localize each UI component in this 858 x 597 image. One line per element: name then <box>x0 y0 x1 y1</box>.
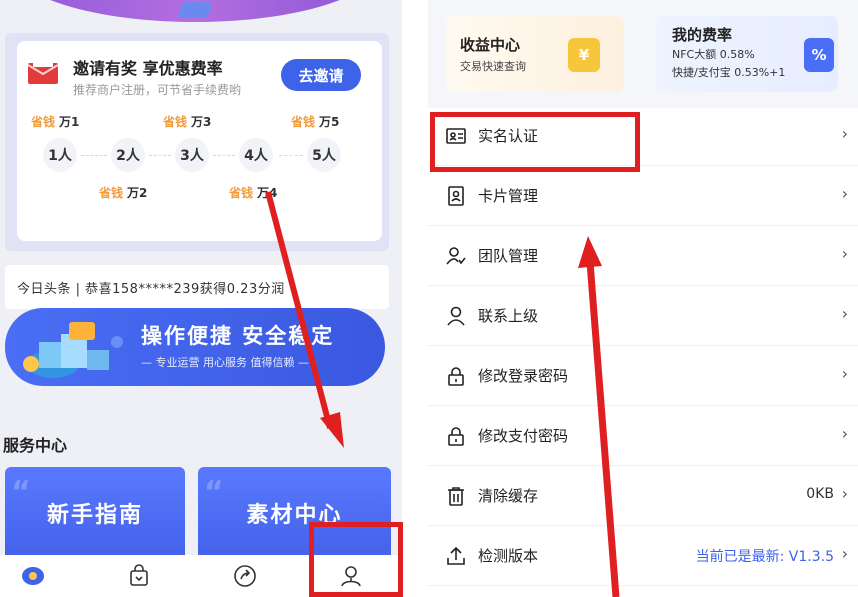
earnings-subtitle: 交易快速查询 <box>460 60 526 73</box>
earnings-title: 收益中心 <box>460 36 521 54</box>
menu-label: 修改支付密码 <box>478 427 569 445</box>
red-envelope-icon <box>27 59 59 84</box>
menu-label: 清除缓存 <box>478 487 539 505</box>
chevron-right-icon: › <box>841 244 848 263</box>
chevron-right-icon: › <box>841 364 848 383</box>
invite-title: 邀请有奖 享优惠费率 <box>73 59 223 78</box>
top-banner-arc <box>10 0 380 22</box>
banner-title: 操作便捷 安全稳定 <box>141 324 335 348</box>
menu-label: 卡片管理 <box>478 187 539 205</box>
step-3: 3人 <box>175 138 209 172</box>
menu-label: 检测版本 <box>478 547 539 565</box>
right-screen: 收益中心 交易快速查询 ¥ 我的费率 NFC大额 0.58% 快捷/支付宝 0.… <box>428 0 858 597</box>
save-label: 省钱 <box>99 186 124 200</box>
invite-card-inner: 邀请有奖 享优惠费率 推荐商户注册，可节省手续费哟 去邀请 省钱 万1 省钱 万3 … <box>17 41 382 241</box>
rate-quickpay: 快捷/支付宝 0.53%+1 <box>672 66 786 79</box>
step-connector <box>279 155 303 156</box>
left-screen: 邀请有奖 享优惠费率 推荐商户注册，可节省手续费哟 去邀请 省钱 万1 省钱 万3 … <box>0 0 402 597</box>
save-label: 省钱 <box>31 115 56 129</box>
invite-button[interactable]: 去邀请 <box>281 59 361 91</box>
bag-icon[interactable] <box>126 563 152 589</box>
menu-item-contact-superior[interactable]: 联系上级 › <box>428 286 858 346</box>
save-amount: 万2 <box>127 186 148 200</box>
save-amount: 万4 <box>257 186 278 200</box>
service-center-title: 服务中心 <box>3 436 68 455</box>
step-connector <box>149 155 171 156</box>
step-connector <box>213 155 235 156</box>
menu-label: 联系上级 <box>478 307 539 325</box>
banner-subtitle: — 专业运营 用心服务 值得信赖 — <box>141 356 309 369</box>
save-label: 省钱 <box>229 186 254 200</box>
menu-item-change-login-password[interactable]: 修改登录密码 › <box>428 346 858 406</box>
person-icon <box>447 306 465 326</box>
save-tag-1: 省钱 万1 <box>31 113 79 130</box>
top-cards-area: 收益中心 交易快速查询 ¥ 我的费率 NFC大额 0.58% 快捷/支付宝 0.… <box>428 0 858 108</box>
card-icon <box>448 186 464 206</box>
save-tag-5: 省钱 万5 <box>291 113 339 130</box>
save-tag-3: 省钱 万3 <box>163 113 211 130</box>
save-amount: 万1 <box>59 115 80 129</box>
annotation-box-real-name <box>430 112 640 172</box>
version-status: 当前已是最新: V1.3.5 <box>695 549 834 565</box>
invite-subtitle: 推荐商户注册，可节省手续费哟 <box>73 83 242 97</box>
save-tag-4: 省钱 万4 <box>229 184 277 201</box>
beginner-guide-card[interactable]: “ 新手指南 <box>5 467 185 562</box>
step-connector <box>81 155 107 156</box>
chevron-right-icon: › <box>841 304 848 323</box>
card-title: 新手指南 <box>46 503 143 528</box>
menu-item-check-version[interactable]: 检测版本 当前已是最新: V1.3.5 › <box>428 526 858 586</box>
percent-icon: % <box>804 38 834 72</box>
news-ticker[interactable]: 今日头条 | 恭喜158*****239获得0.23分润 <box>5 265 389 309</box>
menu-item-clear-cache[interactable]: 清除缓存 0KB › <box>428 466 858 526</box>
step-4: 4人 <box>239 138 273 172</box>
save-label: 省钱 <box>291 115 316 129</box>
menu-item-card-management[interactable]: 卡片管理 › <box>428 166 858 226</box>
save-amount: 万3 <box>191 115 212 129</box>
menu-label: 团队管理 <box>478 247 539 265</box>
rates-title: 我的费率 <box>672 26 733 44</box>
chevron-right-icon: › <box>841 184 848 203</box>
menu-item-team-management[interactable]: 团队管理 › <box>428 226 858 286</box>
save-tag-2: 省钱 万2 <box>99 184 147 201</box>
chevron-right-icon: › <box>841 544 848 563</box>
menu-label: 修改登录密码 <box>478 367 569 385</box>
annotation-box-mine-tab <box>309 522 403 597</box>
lock-icon <box>448 367 464 386</box>
gem-icon <box>177 2 213 18</box>
money-icon: ¥ <box>568 38 600 72</box>
invite-card: 邀请有奖 享优惠费率 推荐商户注册，可节省手续费哟 去邀请 省钱 万1 省钱 万3 … <box>5 33 389 251</box>
lock-icon <box>448 427 464 446</box>
rate-nfc: NFC大额 0.58% <box>672 48 755 61</box>
step-1: 1人 <box>43 138 77 172</box>
upload-icon <box>447 546 465 565</box>
team-icon <box>446 247 466 265</box>
chevron-right-icon: › <box>841 484 848 503</box>
cubes-illustration-icon <box>23 322 123 378</box>
save-label: 省钱 <box>163 115 188 129</box>
save-amount: 万5 <box>319 115 340 129</box>
earnings-center-card[interactable]: 收益中心 交易快速查询 ¥ <box>446 16 624 92</box>
trash-icon <box>448 487 464 506</box>
menu-item-change-pay-password[interactable]: 修改支付密码 › <box>428 406 858 466</box>
home-icon[interactable] <box>20 563 46 589</box>
chevron-right-icon: › <box>841 424 848 443</box>
promo-banner[interactable]: 操作便捷 安全稳定 — 专业运营 用心服务 值得信赖 — <box>5 308 385 386</box>
step-5: 5人 <box>307 138 341 172</box>
my-rates-card[interactable]: 我的费率 NFC大额 0.58% 快捷/支付宝 0.53%+1 % <box>656 16 838 92</box>
cache-size: 0KB <box>806 486 834 502</box>
step-2: 2人 <box>111 138 145 172</box>
chevron-right-icon: › <box>841 124 848 143</box>
share-icon[interactable] <box>232 563 258 589</box>
